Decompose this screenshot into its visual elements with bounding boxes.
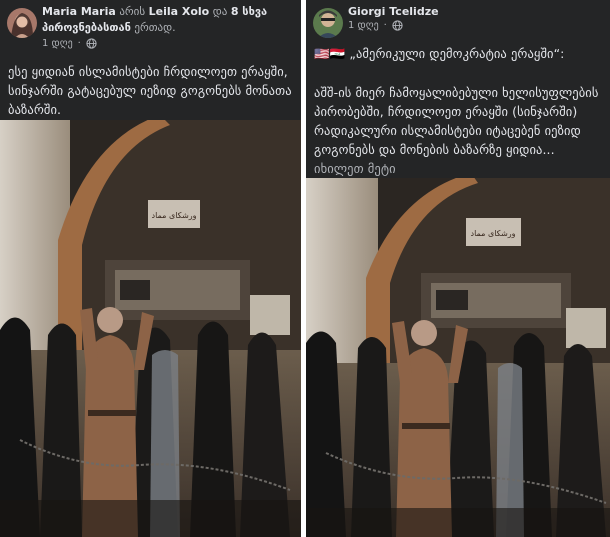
video-frame: ورشكاى مماد	[306, 178, 610, 537]
post-title: „ამერიკული დემოკრატია ერაყში“:	[349, 46, 565, 61]
dot-separator: ·	[77, 38, 81, 49]
post-caption: ესე ყიდიან ისლამისტები ჩრდილოეთ ერაყში, …	[8, 64, 292, 117]
post-caption: 🇺🇸🇮🇶 „ამერიკული დემოკრატია ერაყში“: აშშ-…	[314, 44, 602, 178]
tail-word: ერთად.	[134, 21, 176, 34]
globe-icon	[86, 38, 97, 49]
post-title-line: 🇺🇸🇮🇶 „ამერიკული დემოკრატია ერაყში“:	[314, 44, 602, 63]
video-frame: ورشكاى مماد	[0, 120, 301, 537]
connector-word: არის	[119, 5, 146, 18]
post-video[interactable]: ورشكاى مماد	[0, 120, 301, 537]
post-header: Maria Maria არის Leila Xolo და 8 სხვა პი…	[0, 0, 301, 58]
avatar[interactable]	[313, 8, 343, 38]
globe-icon	[392, 20, 403, 31]
post-header-text: Giorgi Tcelidze	[348, 4, 604, 20]
post-meta: 1 დღე ·	[42, 38, 97, 49]
post-time[interactable]: 1 დღე	[42, 38, 73, 49]
facebook-post-right: Giorgi Tcelidze 1 დღე · 🇺🇸🇮🇶 „ამერიკული …	[306, 0, 610, 537]
post-body: აშშ-ის მიერ ჩამოყალიბებული ხელისუფლების …	[314, 85, 599, 157]
post-time[interactable]: 1 დღე	[348, 20, 379, 31]
and-word: და	[212, 5, 228, 18]
tagged-person[interactable]: Leila Xolo	[149, 5, 210, 18]
author-name[interactable]: Giorgi Tcelidze	[348, 5, 439, 18]
author-name[interactable]: Maria Maria	[42, 5, 116, 18]
post-video[interactable]: ورشكاى مماد	[306, 178, 610, 537]
media-sign-text: ورشكاى مماد	[471, 229, 516, 238]
post-header-text: Maria Maria არის Leila Xolo და 8 სხვა პი…	[42, 4, 295, 36]
media-sign-text: ورشكاى مماد	[152, 211, 197, 220]
facebook-post-left: Maria Maria არის Leila Xolo და 8 სხვა პი…	[0, 0, 301, 537]
post-meta: 1 დღე ·	[348, 20, 403, 31]
see-more-link[interactable]: იხილეთ მეტი	[314, 161, 396, 176]
dot-separator: ·	[383, 20, 387, 31]
avatar[interactable]	[7, 8, 37, 38]
flags-emoji: 🇺🇸🇮🇶	[314, 46, 346, 61]
